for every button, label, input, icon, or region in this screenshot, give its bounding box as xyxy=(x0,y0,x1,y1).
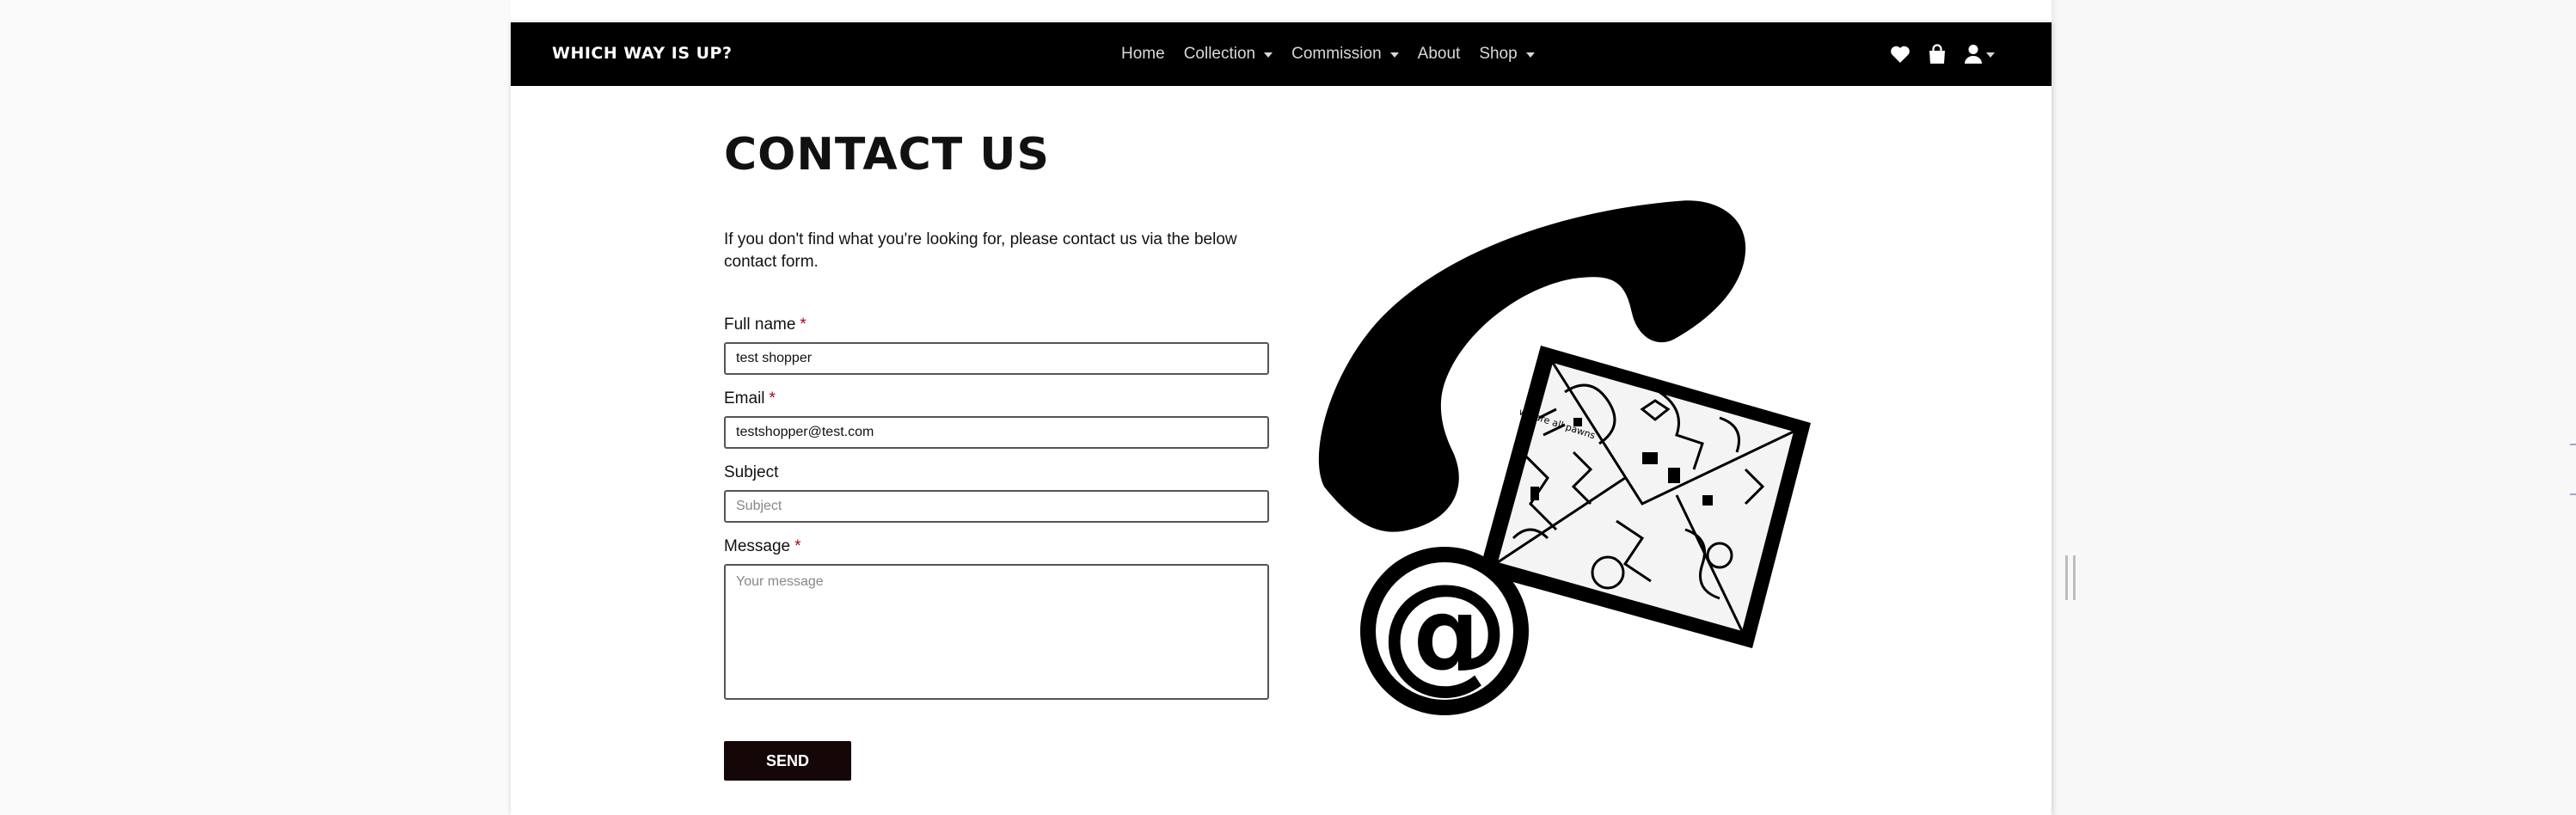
intro-text: If you don't find what you're looking fo… xyxy=(724,230,1237,271)
user-icon xyxy=(1965,45,1982,64)
browser-right-margin xyxy=(2052,0,2576,815)
main-nav: Home Collection Commission About Shop xyxy=(1121,22,1535,86)
wishlist-button[interactable] xyxy=(1890,45,1911,64)
required-marker: * xyxy=(794,537,801,555)
browser-left-margin xyxy=(0,0,511,815)
required-marker: * xyxy=(800,316,807,334)
message-label: Message * xyxy=(724,537,801,555)
full-name-label: Full name * xyxy=(724,316,807,334)
resize-handle[interactable] xyxy=(2065,555,2076,600)
nav-shop-dropdown[interactable]: Shop xyxy=(1479,45,1535,64)
top-navbar: Which Way Is Up? Home Collection Commiss… xyxy=(511,22,2052,86)
account-dropdown[interactable] xyxy=(1964,44,1995,64)
send-button[interactable]: Send xyxy=(724,741,851,781)
contact-illustration: we are all pawns @ xyxy=(1318,200,1811,715)
email-input[interactable] xyxy=(724,416,1269,449)
nav-about-label: About xyxy=(1417,45,1461,63)
chevron-down-icon xyxy=(1986,52,1995,58)
nav-commission-dropdown[interactable]: Commission xyxy=(1291,45,1399,64)
email-label: Email * xyxy=(724,389,776,408)
shopping-bag-icon xyxy=(1929,44,1945,64)
subject-label: Subject xyxy=(724,463,779,481)
cart-button[interactable] xyxy=(1928,44,1947,64)
nav-about[interactable]: About xyxy=(1418,45,1461,64)
required-marker: * xyxy=(769,389,776,408)
nav-icon-group xyxy=(1890,22,1995,86)
chevron-down-icon xyxy=(1525,52,1535,58)
message-textarea[interactable] xyxy=(724,564,1269,700)
scroll-marker xyxy=(2570,444,2576,445)
nav-home[interactable]: Home xyxy=(1121,45,1165,64)
full-name-input[interactable] xyxy=(724,342,1269,375)
brand-logo[interactable]: Which Way Is Up? xyxy=(552,44,733,63)
chevron-down-icon xyxy=(1389,52,1399,58)
subject-input[interactable] xyxy=(724,490,1269,523)
chevron-down-icon xyxy=(1264,52,1273,58)
nav-collection-dropdown[interactable]: Collection xyxy=(1184,45,1273,64)
heart-icon xyxy=(1891,46,1910,63)
nav-commission-label: Commission xyxy=(1291,45,1382,63)
nav-home-label: Home xyxy=(1121,45,1165,63)
at-sign-icon: @ xyxy=(1360,547,1529,715)
nav-collection-label: Collection xyxy=(1183,45,1256,63)
nav-shop-label: Shop xyxy=(1479,45,1518,63)
envelope-icon: we are all pawns xyxy=(1479,346,1811,648)
at-symbol: @ xyxy=(1380,557,1509,707)
scroll-marker xyxy=(2570,493,2576,495)
page-title: Contact Us xyxy=(724,129,1050,181)
